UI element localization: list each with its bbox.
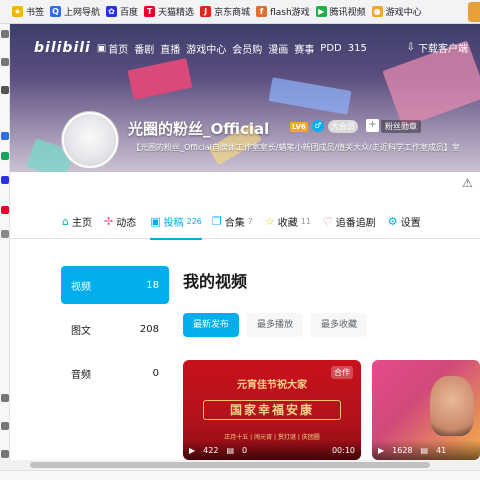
- avatar[interactable]: [62, 112, 118, 168]
- play-icon: ▶: [189, 445, 196, 455]
- dynamic-icon: ✣: [103, 215, 114, 228]
- download-client-button[interactable]: ⇩ 下载客户端: [407, 40, 468, 55]
- list-item-article[interactable]: 图文 208: [61, 310, 169, 348]
- drop-icon[interactable]: [1, 152, 9, 160]
- star-icon[interactable]: [1, 30, 9, 38]
- tab-favorites[interactable]: ☆ 收藏 11: [265, 205, 311, 239]
- video-card[interactable]: ▶ 1628 ▤ 41: [372, 360, 480, 460]
- upload-tv-icon: ▣: [150, 215, 161, 228]
- tab-uploads[interactable]: ▣ 投稿 226: [150, 205, 202, 240]
- profile-tabs: ⌂ 主页 ✣ 动态 ▣ 投稿 226 ❐ 合集 7 ☆ 收藏 11 ♡ 追番追剧 ⚙ 设置: [10, 205, 480, 240]
- bookmark-flash[interactable]: f flash游戏: [256, 5, 310, 18]
- tab-dynamic[interactable]: ✣ 动态: [104, 205, 136, 239]
- tv-icon: ▣: [96, 42, 107, 54]
- bookmark-tencent-video[interactable]: ▶ 腾讯视频: [315, 5, 366, 18]
- scrollbar-thumb[interactable]: [30, 462, 430, 468]
- browser-status-bar: [0, 470, 480, 480]
- star-icon: ★: [12, 6, 23, 17]
- nav-shop[interactable]: 会员购: [232, 41, 262, 56]
- video-card[interactable]: 合作 元宵佳节祝大家 国家幸福安康 正月十五 | 闹元宵 | 赏灯谜 | 庆团圆…: [183, 360, 361, 460]
- browser-sidebar: [0, 24, 10, 470]
- bookmark-favorites[interactable]: ★ 书签: [12, 5, 44, 18]
- level-badge: LV6: [290, 122, 308, 132]
- nav-315[interactable]: 315: [348, 43, 367, 54]
- page: ★ 书签 Q 上网导航 ✿ 百度 T 天猫精选 J 京东商城 f flash游戏 ▶ 腾讯视频…: [0, 0, 480, 480]
- nav-esports[interactable]: 赛事: [294, 41, 314, 56]
- play-icon: ▶: [378, 445, 385, 455]
- q-logo-icon: Q: [50, 6, 62, 17]
- comment-icon: ▤: [226, 445, 234, 455]
- gender-icon: ♂: [312, 120, 324, 132]
- tab-home[interactable]: ⌂ 主页: [62, 205, 92, 239]
- download-icon: ⇩: [406, 42, 415, 53]
- collection-icon: ❐: [211, 215, 222, 228]
- book-icon[interactable]: [1, 86, 9, 94]
- filter-most-played[interactable]: 最多播放: [247, 313, 304, 337]
- video-app-icon[interactable]: [1, 206, 9, 214]
- video-thumb-person: [430, 376, 474, 436]
- add-medal-button[interactable]: +: [366, 119, 379, 132]
- gamepad-icon: ●: [371, 6, 383, 17]
- comment-icon: ▤: [420, 445, 429, 455]
- nav-pdd[interactable]: PDD: [320, 43, 341, 54]
- profile-banner: bilibili ▣ 首页 番剧 直播 游戏中心 会员购 漫画 赛事 PDD 31…: [10, 24, 480, 172]
- warning-icon[interactable]: ⚠: [462, 176, 473, 190]
- fan-medal-badge[interactable]: 粉丝勋章: [381, 120, 421, 133]
- bookmark-baidu[interactable]: ✿ 百度: [106, 5, 138, 18]
- horizontal-scrollbar[interactable]: [0, 460, 480, 470]
- video-duration: 00:10: [331, 445, 355, 455]
- nav-game-center[interactable]: 游戏中心: [186, 41, 226, 56]
- filter-latest[interactable]: 最新发布: [183, 313, 240, 337]
- tab-settings[interactable]: ⚙ 设置: [388, 205, 421, 239]
- video-stats: ▶ 422 ▤ 0 00:10: [183, 440, 361, 460]
- nav-manga[interactable]: 漫画: [268, 41, 288, 56]
- favorite-star-icon: ☆: [264, 215, 275, 228]
- banner-decoration: [268, 77, 352, 115]
- home-icon: ⌂: [62, 215, 69, 228]
- bookmark-nav[interactable]: Q 上网导航: [50, 5, 100, 18]
- top-nav: bilibili ▣ 首页 番剧 直播 游戏中心 会员购 漫画 赛事 PDD 31…: [10, 24, 480, 72]
- bookmark-jd[interactable]: J 京东商城: [200, 5, 250, 18]
- folder-icon[interactable]: [1, 58, 9, 66]
- bilibili-logo[interactable]: bilibili: [34, 40, 91, 56]
- filter-most-favorited[interactable]: 最多收藏: [311, 313, 368, 337]
- bookmarks-bar: ★ 书签 Q 上网导航 ✿ 百度 T 天猫精选 J 京东商城 f flash游戏 ▶ 腾讯视频…: [0, 0, 480, 24]
- bookmark-tmall[interactable]: T 天猫精选: [144, 5, 194, 18]
- trash-icon[interactable]: [1, 394, 9, 402]
- heart-icon: ♡: [322, 215, 333, 228]
- settings-icon: ⚙: [387, 215, 398, 228]
- video-thumb-title: 元宵佳节祝大家: [237, 380, 307, 391]
- settings-icon[interactable]: [1, 422, 9, 430]
- nav-anime[interactable]: 番剧: [134, 41, 154, 56]
- nav-home[interactable]: ▣ 首页: [97, 41, 128, 56]
- sort-filters: 最新发布 最多播放 最多收藏: [183, 313, 368, 337]
- search-app-icon[interactable]: [1, 132, 9, 140]
- bookmark-game-center[interactable]: ● 游戏中心: [371, 5, 422, 18]
- section-title: 我的视频: [183, 272, 248, 291]
- paw-icon[interactable]: [1, 176, 9, 184]
- tab-collections[interactable]: ❐ 合集 7: [212, 205, 253, 239]
- extension-icon[interactable]: [468, 2, 480, 22]
- profile-signature[interactable]: 【光圈的粉丝_Official自媒体工作室室长/蜡笔小新团成员/值关大众/走近科…: [132, 142, 460, 153]
- video-stats: ▶ 1628 ▤ 41: [372, 440, 480, 460]
- baidu-paw-icon: ✿: [106, 6, 118, 17]
- jd-icon: J: [200, 6, 212, 17]
- tab-following-anime[interactable]: ♡ 追番追剧: [323, 205, 376, 239]
- tencent-video-icon: ▶: [315, 6, 327, 17]
- menu-icon[interactable]: [1, 450, 9, 458]
- content-type-list: 视频 18 图文 208 音频 0: [61, 266, 169, 398]
- list-item-video[interactable]: 视频 18: [61, 266, 169, 304]
- vip-badge[interactable]: 大会员: [328, 120, 358, 133]
- nav-live[interactable]: 直播: [160, 41, 180, 56]
- add-icon[interactable]: [1, 230, 9, 238]
- tmall-icon: T: [144, 6, 156, 17]
- flash-icon: f: [256, 6, 268, 17]
- list-item-audio[interactable]: 音频 0: [61, 354, 169, 392]
- video-thumb-main: 国家幸福安康: [203, 400, 341, 420]
- username: 光圈的粉丝_Official: [128, 120, 270, 138]
